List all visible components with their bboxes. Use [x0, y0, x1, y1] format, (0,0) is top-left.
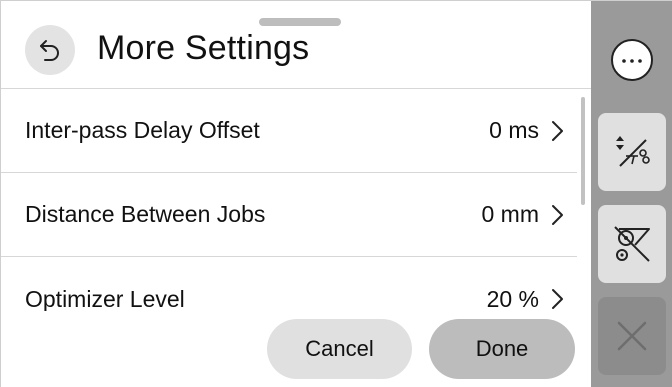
- setting-label: Distance Between Jobs: [25, 201, 266, 227]
- chevron-right-icon: [552, 289, 563, 309]
- setting-value: 0 mm: [481, 201, 540, 227]
- app-window: More Settings Inter-pass Delay Offset 0 …: [0, 0, 672, 387]
- setting-row-distance-between-jobs[interactable]: Distance Between Jobs 0 mm: [1, 173, 577, 257]
- back-button[interactable]: [25, 25, 75, 75]
- right-rail: [591, 1, 672, 387]
- cut-settings-button[interactable]: [598, 113, 666, 191]
- chevron-right-icon: [552, 121, 563, 141]
- close-icon: [617, 321, 647, 351]
- setting-value: 20 %: [486, 285, 539, 312]
- footer: Cancel Done: [1, 311, 591, 387]
- settings-list: Inter-pass Delay Offset 0 ms Distance Be…: [1, 89, 591, 313]
- header: More Settings: [1, 1, 591, 89]
- more-options-button[interactable]: [598, 21, 666, 99]
- back-arrow-icon: [40, 40, 59, 61]
- media-feed-icon: [614, 226, 650, 262]
- page-title: More Settings: [97, 29, 310, 67]
- done-button[interactable]: Done: [429, 319, 575, 379]
- setting-row-optimizer-level[interactable]: Optimizer Level 20 %: [1, 257, 577, 313]
- media-feed-button[interactable]: [598, 205, 666, 283]
- close-button[interactable]: [598, 297, 666, 375]
- setting-label: Inter-pass Delay Offset: [25, 117, 260, 143]
- scrollbar[interactable]: [581, 97, 585, 205]
- drag-handle[interactable]: [259, 18, 341, 26]
- cancel-button[interactable]: Cancel: [267, 319, 412, 379]
- setting-value: 0 ms: [489, 117, 539, 143]
- setting-label: Optimizer Level: [25, 285, 185, 312]
- more-settings-panel: More Settings Inter-pass Delay Offset 0 …: [1, 1, 591, 387]
- ellipsis-icon: [611, 39, 653, 81]
- setting-row-inter-pass-delay[interactable]: Inter-pass Delay Offset 0 ms: [1, 89, 577, 173]
- cutter-icon: [616, 136, 650, 167]
- chevron-right-icon: [552, 205, 563, 225]
